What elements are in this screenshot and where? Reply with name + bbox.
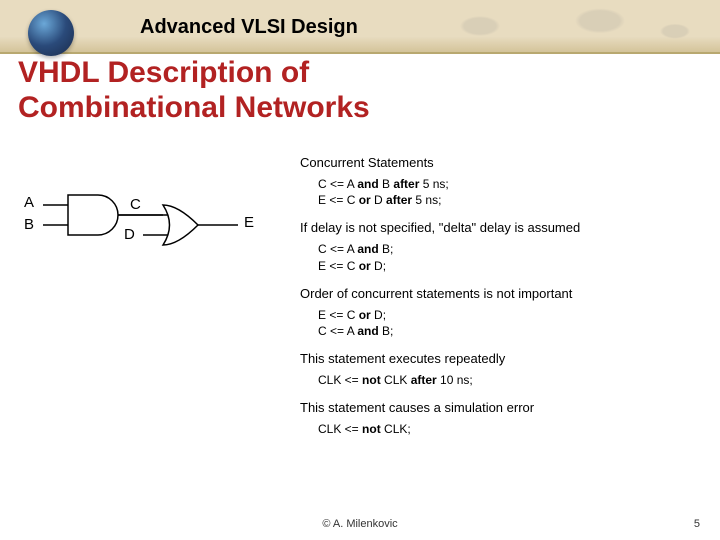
header-title: Advanced VLSI Design [140,16,358,39]
order-label: Order of concurrent statements is not im… [300,286,700,301]
code-block-3: E <= C or D; C <= A and B; [318,307,700,339]
circuit-diagram: A B C D E [18,180,278,280]
code-block-1: C <= A and B after 5 ns; E <= C or D aft… [318,176,700,208]
world-map-bg [420,0,720,52]
label-a: A [24,194,34,211]
label-d: D [124,226,135,243]
error-label: This statement causes a simulation error [300,400,700,415]
code-block-2: C <= A and B; E <= C or D; [318,241,700,273]
globe-icon [28,10,74,56]
slide-title-line2: Combinational Networks [18,91,370,124]
header-band [0,0,720,54]
repeat-label: This statement executes repeatedly [300,351,700,366]
footer-copyright: © A. Milenkovic [0,518,720,530]
code-block-5: CLK <= not CLK; [318,421,700,437]
delta-label: If delay is not specified, "delta" delay… [300,220,700,235]
code-block-4: CLK <= not CLK after 10 ns; [318,372,700,388]
slide-title-line1: VHDL Description of [18,56,309,89]
label-e: E [244,214,254,231]
slide-title: VHDL Description of Combinational Networ… [18,56,370,125]
page-number: 5 [694,518,700,530]
label-c: C [130,196,141,213]
concurrent-label: Concurrent Statements [300,155,700,170]
content-area: Concurrent Statements C <= A and B after… [300,155,700,450]
label-b: B [24,216,34,233]
